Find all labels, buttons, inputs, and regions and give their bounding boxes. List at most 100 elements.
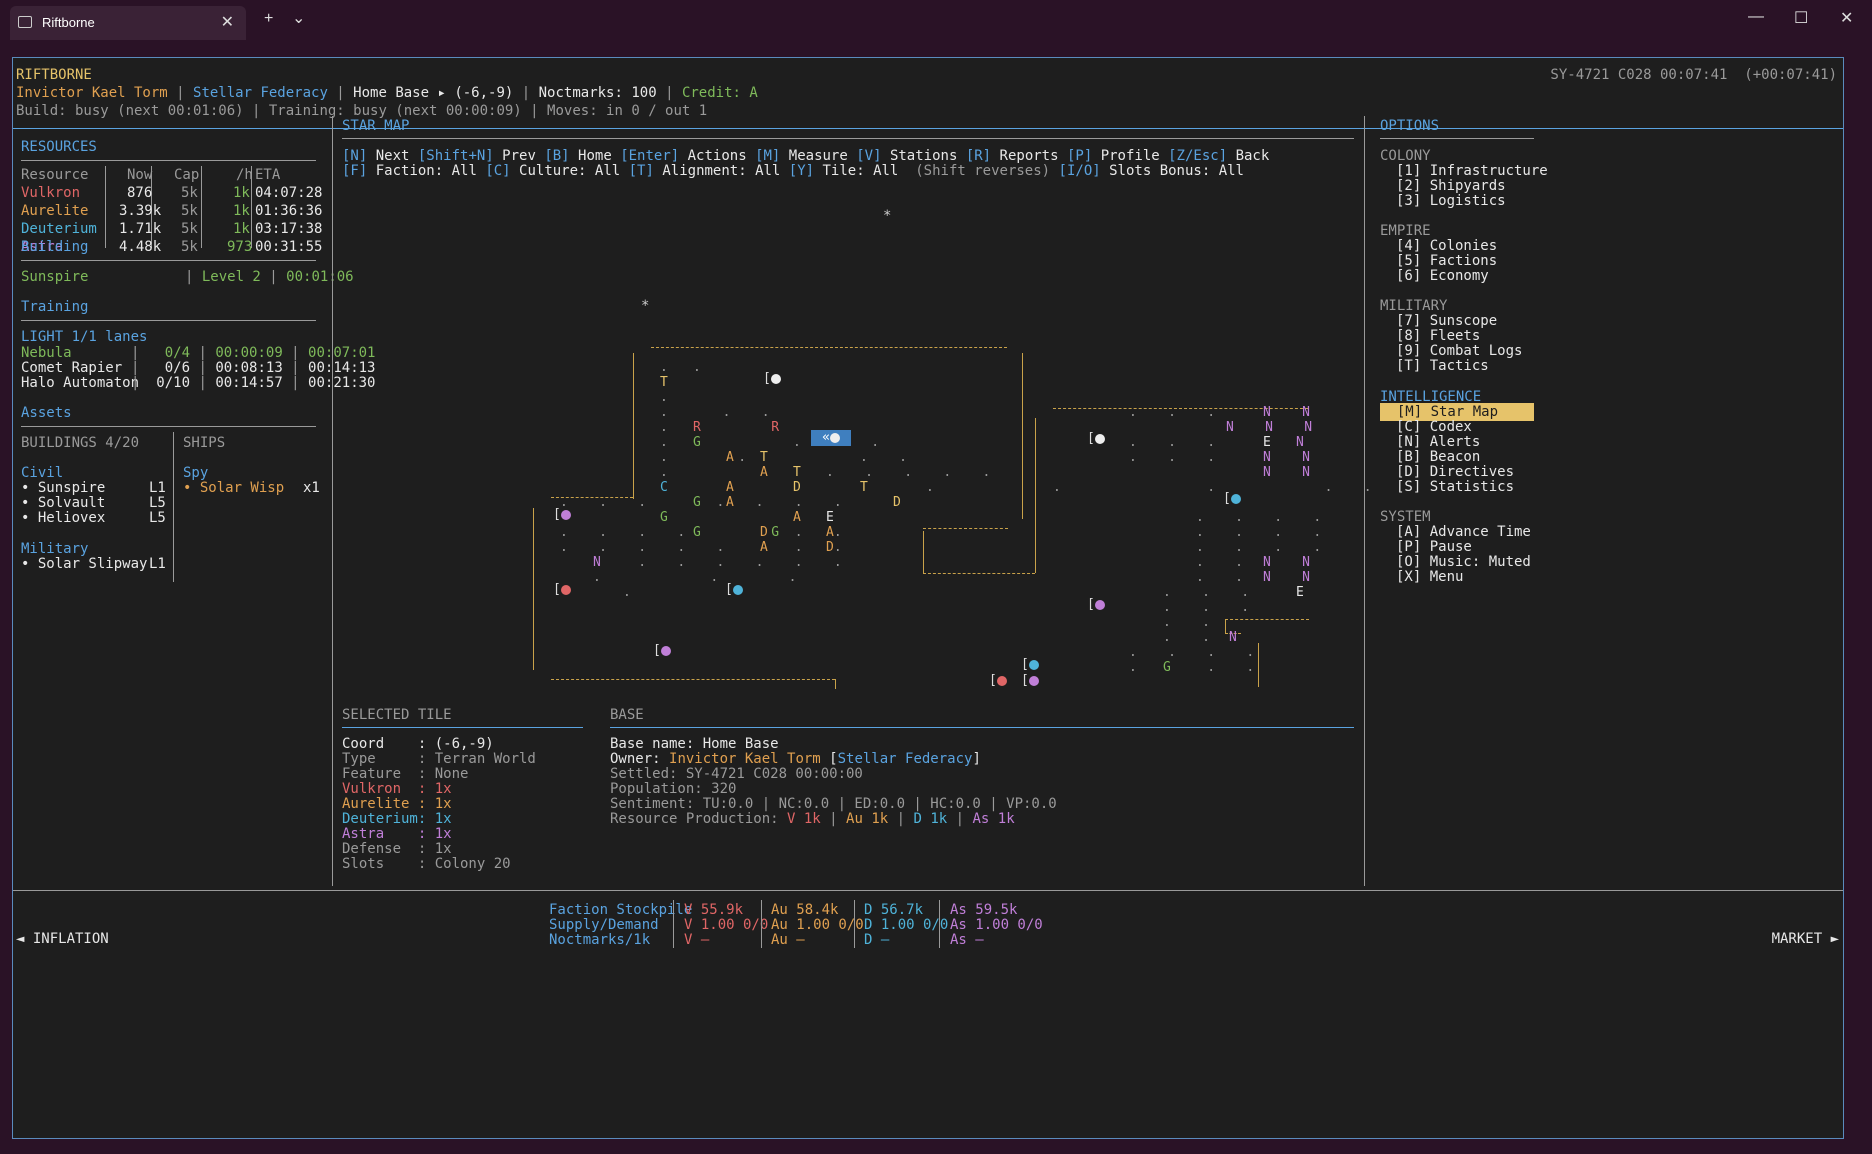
tile-marker: G <box>660 510 668 525</box>
tile-marker: R R <box>693 420 780 435</box>
resource-cap: 5k <box>181 239 198 255</box>
tile-marker: A <box>793 510 801 525</box>
tile-marker: T <box>660 375 668 390</box>
station-icon[interactable]: [ <box>1087 431 1105 446</box>
building-level: Level 2 <box>201 269 261 285</box>
key-faction-filter[interactable]: [F] <box>342 163 367 179</box>
player-faction: Stellar Federacy <box>193 85 328 101</box>
station-icon[interactable]: [ <box>763 371 781 386</box>
noctmarks: Noctmarks: 100 <box>538 85 657 101</box>
options-title: OPTIONS <box>1380 118 1440 134</box>
app-name: RIFTBORNE <box>16 67 92 83</box>
fleet-icon[interactable]: [ <box>1021 657 1039 672</box>
resource-cap: 5k <box>181 185 198 201</box>
building-title: Building <box>21 239 89 255</box>
resource-rate: 1k <box>233 221 250 237</box>
building-asset-level: L1 <box>149 556 166 572</box>
footer-label-noctmarks: Noctmarks/1k <box>549 932 651 948</box>
maximize-button[interactable]: ☐ <box>1794 8 1808 28</box>
building-asset-level: L5 <box>149 510 166 526</box>
resource-rate: 973 <box>227 239 253 255</box>
key-alignment-filter[interactable]: [T] <box>629 163 654 179</box>
minimize-button[interactable]: — <box>1748 8 1764 26</box>
resource-rate: 1k <box>233 203 250 219</box>
tile-marker: N N <box>1263 465 1310 480</box>
building-asset[interactable]: • Solar Slipway <box>21 555 147 573</box>
resource-cap: 5k <box>181 203 198 219</box>
home-base-coord[interactable]: Home Base ▸ (-6,-9) <box>353 85 513 101</box>
resource-header-name: Resource <box>21 167 89 183</box>
fleet-icon[interactable]: [ <box>553 507 571 522</box>
ship-asset[interactable]: • Solar Wisp <box>183 479 284 497</box>
fleet-icon[interactable]: [ <box>725 582 743 597</box>
building-asset[interactable]: • Heliovex <box>21 509 105 527</box>
tile-marker: T <box>760 450 768 465</box>
base-production: Resource Production: V 1k | Au 1k | D 1k… <box>610 811 1015 827</box>
key-culture-filter[interactable]: [C] <box>485 163 510 179</box>
market-nav[interactable]: MARKET ► <box>1772 930 1839 948</box>
tab-dropdown-icon[interactable]: ⌄ <box>292 8 305 28</box>
option-statistics[interactable]: [S] Statistics <box>1396 478 1514 496</box>
starmap-title: STAR MAP <box>342 118 410 134</box>
starmap-help-line-2: [F] Faction: All [C] Culture: All [T] Al… <box>342 163 1244 179</box>
resource-header-eta: ETA <box>255 167 281 183</box>
close-tab-icon[interactable]: ✕ <box>221 12 234 32</box>
tile-marker: N <box>1229 630 1237 645</box>
tile-marker: D <box>793 480 801 495</box>
fleet-icon[interactable]: [ <box>1021 673 1039 688</box>
tile-row: Slots : Colony 20 <box>342 856 511 872</box>
option-logistics[interactable]: [3] Logistics <box>1396 192 1506 210</box>
option-menu[interactable]: [X] Menu <box>1396 568 1463 586</box>
ships-title: SHIPS <box>183 435 226 451</box>
fleet-icon[interactable]: [ <box>553 582 571 597</box>
title-bar: Riftborne ✕ + ⌄ — ☐ ✕ <box>0 0 1872 44</box>
starmap-canvas[interactable]: * * . T . . . . . R R . G . . A T . A T … <box>333 183 1372 693</box>
resource-now: 876 <box>127 185 153 201</box>
fleet-icon[interactable]: [ <box>653 643 671 658</box>
tile-marker: N N <box>1263 405 1310 420</box>
tile-marker: E <box>1296 585 1304 600</box>
resource-eta: 00:31:55 <box>255 239 323 255</box>
resources-title: RESOURCES <box>21 139 97 155</box>
tile-marker: A <box>726 450 734 465</box>
fleet-icon[interactable]: [ <box>1087 597 1105 612</box>
player-name: Invictor Kael Torm <box>16 85 168 101</box>
tile-marker: A <box>760 465 768 480</box>
new-tab-button[interactable]: + <box>264 10 273 28</box>
resource-cap: 5k <box>181 221 198 237</box>
tile-marker: T <box>793 465 801 480</box>
credit: Credit: A <box>681 85 758 101</box>
assets-title: Assets <box>21 405 72 421</box>
game-clock: SY-4721 C028 00:07:41 (+00:07:41) <box>1550 67 1837 83</box>
tile-marker: T <box>860 480 868 495</box>
tab-title: Riftborne <box>42 15 95 30</box>
resource-eta: 04:07:28 <box>255 185 323 201</box>
option-tactics[interactable]: [T] Tactics <box>1396 357 1489 375</box>
fleet-icon[interactable]: [ <box>1223 491 1241 506</box>
resource-name: Vulkron <box>21 185 81 201</box>
footer-v-noct: V – <box>684 932 710 948</box>
close-window-button[interactable]: ✕ <box>1840 8 1853 28</box>
footer-d-noct: D – <box>864 932 890 948</box>
footer-as-noct: As – <box>950 932 984 948</box>
option-economy[interactable]: [6] Economy <box>1396 267 1489 285</box>
footer-au-noct: Au – <box>771 932 805 948</box>
base-title: BASE <box>610 707 644 723</box>
resource-header-now: Now <box>127 167 153 183</box>
build-status: Build: busy (next 00:01:06) <box>16 103 244 119</box>
resource-eta: 03:17:38 <box>255 221 323 237</box>
tile-marker: N N <box>1263 570 1310 585</box>
tile-marker: N N <box>1263 450 1310 465</box>
resource-now: 3.39k <box>119 203 162 219</box>
tile-marker: C <box>660 480 668 495</box>
key-tile-filter[interactable]: [Y] <box>789 163 814 179</box>
fleet-icon[interactable]: [ <box>989 673 1007 688</box>
tile-marker: N <box>1296 435 1304 450</box>
inflation-nav[interactable]: ◄ INFLATION <box>16 930 109 948</box>
tile-marker: N N <box>1263 555 1310 570</box>
selected-tile-cursor[interactable]: « <box>811 430 851 446</box>
training-title: Training <box>21 299 89 315</box>
browser-tab[interactable]: Riftborne ✕ <box>10 6 246 40</box>
key-slots-filter[interactable]: [I/O] <box>1059 163 1101 179</box>
resource-name: Aurelite <box>21 203 89 219</box>
